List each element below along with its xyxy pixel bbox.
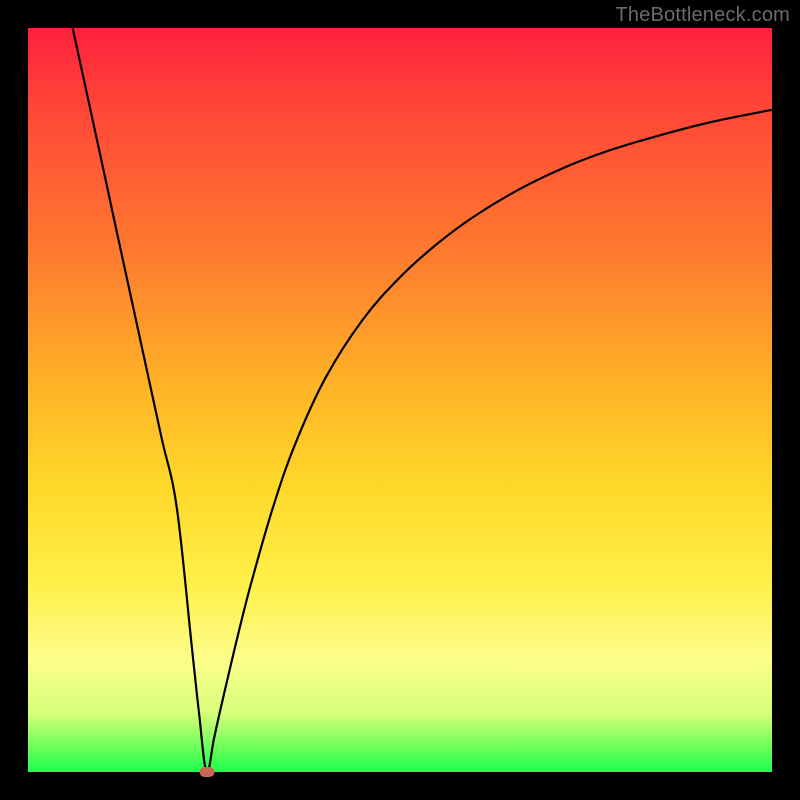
attribution-text: TheBottleneck.com	[615, 4, 790, 27]
curve-svg	[28, 28, 772, 772]
plot-area	[28, 28, 772, 772]
bottleneck-curve	[73, 28, 772, 773]
optimal-point-marker	[199, 767, 214, 777]
chart-frame: TheBottleneck.com	[0, 0, 800, 800]
